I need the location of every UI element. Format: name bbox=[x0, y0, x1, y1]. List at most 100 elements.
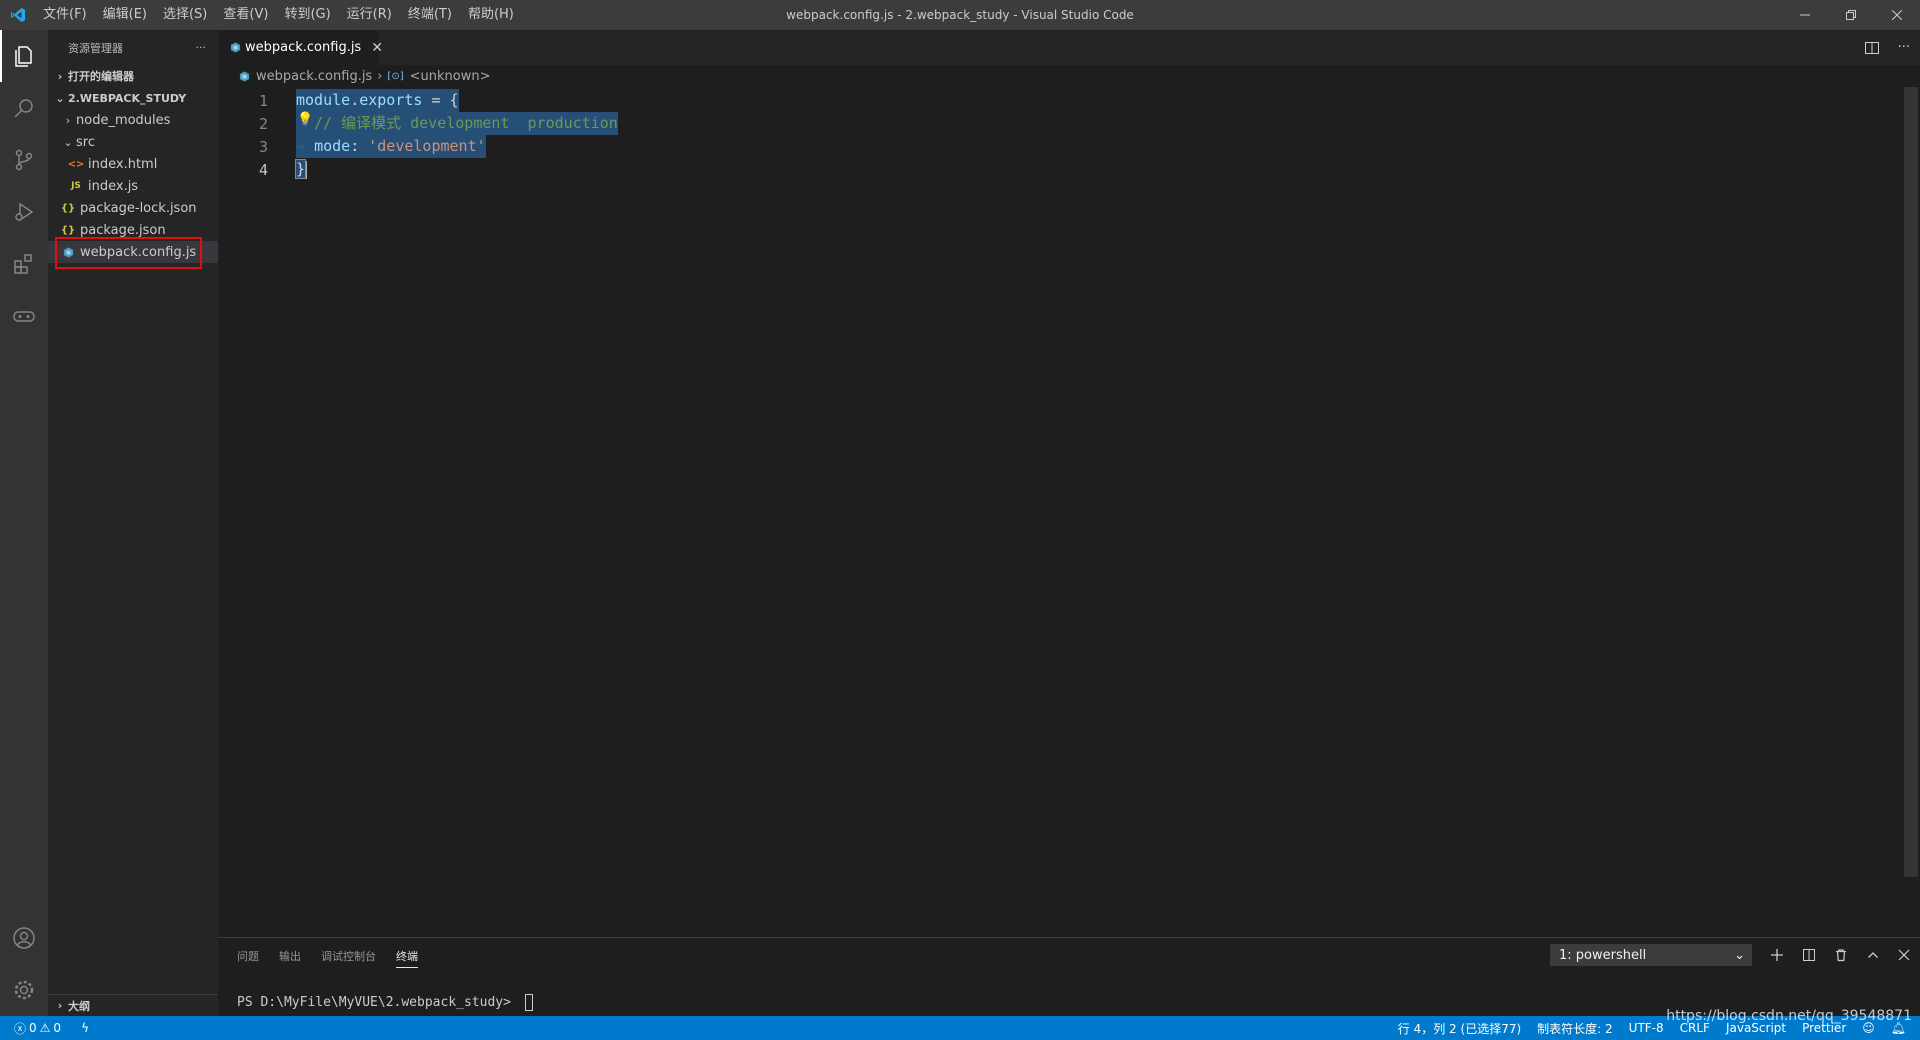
warning-count: 0 bbox=[53, 1021, 62, 1035]
outline-label: 大纲 bbox=[68, 999, 90, 1013]
editor-actions: ··· bbox=[1864, 30, 1910, 65]
lightning-icon[interactable]: ϟ bbox=[81, 1021, 89, 1035]
tree-item-index-html[interactable]: <> index.html bbox=[48, 153, 218, 175]
tab-debug-console[interactable]: 调试控制台 bbox=[321, 948, 376, 964]
panel-tabs: 问题 输出 调试控制台 终端 bbox=[237, 938, 418, 973]
errors-warnings[interactable]: ⓧ 0 ⚠ 0 bbox=[14, 1020, 61, 1037]
bottom-panel: 问题 输出 调试控制台 终端 1: powershell ⌄ PS D:\MyF… bbox=[218, 937, 1920, 1016]
menu-selection[interactable]: 选择(S) bbox=[155, 0, 215, 30]
menu-go[interactable]: 转到(G) bbox=[276, 0, 338, 30]
breadcrumb-file[interactable]: webpack.config.js bbox=[256, 69, 372, 84]
tree-item-package-json[interactable]: {} package.json bbox=[48, 219, 218, 241]
chevron-right-icon: › bbox=[57, 69, 63, 83]
tree-item-webpack-config[interactable]: webpack.config.js bbox=[48, 241, 218, 263]
html-file-icon: <> bbox=[67, 158, 85, 170]
terminal-prompt-text: PS D:\MyFile\MyVUE\2.webpack_study> bbox=[237, 995, 519, 1010]
tree-item-label: webpack.config.js bbox=[80, 244, 197, 260]
new-terminal-icon[interactable] bbox=[1770, 948, 1784, 962]
tab-terminal[interactable]: 终端 bbox=[396, 944, 418, 968]
code-editor[interactable]: 1 module.exports = { 2 // 编译模式 developme… bbox=[218, 87, 1904, 937]
cursor-position[interactable]: 行 4，列 2 (已选择77) bbox=[1398, 1020, 1521, 1037]
menu-file[interactable]: 文件(F) bbox=[35, 0, 95, 30]
trash-icon[interactable] bbox=[1834, 948, 1848, 962]
menu-terminal[interactable]: 终端(T) bbox=[400, 0, 460, 30]
menu-help[interactable]: 帮助(H) bbox=[460, 0, 522, 30]
menu-run[interactable]: 运行(R) bbox=[339, 0, 400, 30]
editor-tabs: webpack.config.js ✕ ··· bbox=[218, 30, 1920, 65]
minimize-button[interactable] bbox=[1782, 0, 1828, 30]
tree-item-label: src bbox=[76, 134, 95, 150]
tree-item-label: node_modules bbox=[76, 112, 171, 128]
search-activity[interactable] bbox=[0, 82, 48, 134]
terminal-prompt[interactable]: PS D:\MyFile\MyVUE\2.webpack_study> bbox=[237, 994, 533, 1011]
tab-size[interactable]: 制表符长度: 2 bbox=[1537, 1020, 1613, 1037]
minimize-icon bbox=[1800, 14, 1810, 16]
tree-item-label: package.json bbox=[80, 222, 166, 238]
tree-item-node-modules[interactable]: › node_modules bbox=[48, 109, 218, 131]
restore-icon bbox=[1846, 10, 1856, 20]
explorer-activity[interactable] bbox=[0, 30, 48, 82]
chevron-down-icon: ⌄ bbox=[63, 135, 73, 149]
code-line: 2 // 编译模式 development production 💡 bbox=[218, 112, 1904, 135]
terminal-select[interactable]: 1: powershell ⌄ bbox=[1550, 944, 1752, 966]
open-editors-section[interactable]: › 打开的编辑器 bbox=[48, 65, 218, 87]
terminal-cursor bbox=[524, 994, 533, 1011]
split-terminal-icon[interactable] bbox=[1802, 948, 1816, 962]
code-text: } bbox=[294, 159, 308, 179]
title-bar: 文件(F) 编辑(E) 选择(S) 查看(V) 转到(G) 运行(R) 终端(T… bbox=[0, 0, 1920, 30]
chevron-up-icon[interactable] bbox=[1866, 948, 1880, 962]
encoding[interactable]: UTF-8 bbox=[1629, 1021, 1664, 1035]
scrollbar-thumb[interactable] bbox=[1904, 87, 1918, 877]
window-controls bbox=[1782, 0, 1920, 30]
explorer-title: 资源管理器 bbox=[68, 41, 123, 55]
chevron-down-icon: ⌄ bbox=[1734, 947, 1745, 963]
manage-activity[interactable] bbox=[0, 964, 48, 1016]
source-control-icon bbox=[15, 149, 33, 171]
json-file-icon: {} bbox=[60, 224, 76, 236]
code-text: → mode: 'development' bbox=[296, 135, 486, 158]
code-text: module.exports = { bbox=[296, 89, 459, 112]
run-debug-activity[interactable] bbox=[0, 186, 48, 238]
tree-item-label: index.js bbox=[88, 178, 139, 194]
open-editors-label: 打开的编辑器 bbox=[68, 70, 134, 83]
close-window-button[interactable] bbox=[1874, 0, 1920, 30]
chevron-right-icon: › bbox=[57, 999, 63, 1012]
tab-output[interactable]: 输出 bbox=[279, 948, 301, 964]
workspace-section[interactable]: ⌄ 2.WEBPACK_STUDY bbox=[48, 87, 218, 109]
tree-item-package-lock[interactable]: {} package-lock.json bbox=[48, 197, 218, 219]
tab-webpack-config[interactable]: webpack.config.js ✕ bbox=[218, 30, 383, 65]
status-left: ⓧ 0 ⚠ 0 ϟ bbox=[0, 1020, 89, 1037]
extensions-activity[interactable] bbox=[0, 238, 48, 290]
error-count: 0 bbox=[29, 1021, 37, 1035]
close-tab-icon[interactable]: ✕ bbox=[371, 40, 383, 56]
tab-problems[interactable]: 问题 bbox=[237, 948, 259, 964]
menu-view[interactable]: 查看(V) bbox=[215, 0, 276, 30]
menu-bar: 文件(F) 编辑(E) 选择(S) 查看(V) 转到(G) 运行(R) 终端(T… bbox=[35, 0, 522, 30]
tab-label: webpack.config.js bbox=[245, 40, 362, 55]
json-file-icon: {} bbox=[60, 202, 76, 214]
explorer-sidebar: 资源管理器 ··· › 打开的编辑器 ⌄ 2.WEBPACK_STUDY › n… bbox=[48, 30, 218, 1016]
menu-edit[interactable]: 编辑(E) bbox=[95, 0, 155, 30]
tree-item-src[interactable]: ⌄ src bbox=[48, 131, 218, 153]
outline-section[interactable]: › 大纲 bbox=[48, 994, 218, 1016]
gear-icon bbox=[14, 980, 34, 1000]
remote-activity[interactable] bbox=[0, 290, 48, 342]
search-icon bbox=[14, 99, 33, 118]
source-control-activity[interactable] bbox=[0, 134, 48, 186]
breadcrumb-symbol[interactable]: <unknown> bbox=[410, 69, 491, 84]
chevron-down-icon: ⌄ bbox=[55, 91, 65, 105]
accounts-activity[interactable] bbox=[0, 912, 48, 964]
lightbulb-icon[interactable]: 💡 bbox=[297, 112, 313, 127]
code-line: 3 → mode: 'development' bbox=[218, 135, 1904, 158]
tree-item-index-js[interactable]: JS index.js bbox=[48, 175, 218, 197]
js-file-icon: JS bbox=[71, 181, 81, 191]
split-editor-icon[interactable] bbox=[1864, 40, 1880, 56]
more-actions-icon[interactable]: ··· bbox=[196, 41, 207, 54]
webpack-file-icon bbox=[230, 42, 241, 53]
panel-actions: 1: powershell ⌄ bbox=[1550, 944, 1910, 966]
close-icon[interactable] bbox=[1898, 949, 1910, 961]
tree-item-label: index.html bbox=[88, 156, 158, 172]
more-actions-icon[interactable]: ··· bbox=[1898, 40, 1910, 55]
restore-button[interactable] bbox=[1828, 0, 1874, 30]
editor-scrollbar[interactable] bbox=[1904, 87, 1918, 877]
